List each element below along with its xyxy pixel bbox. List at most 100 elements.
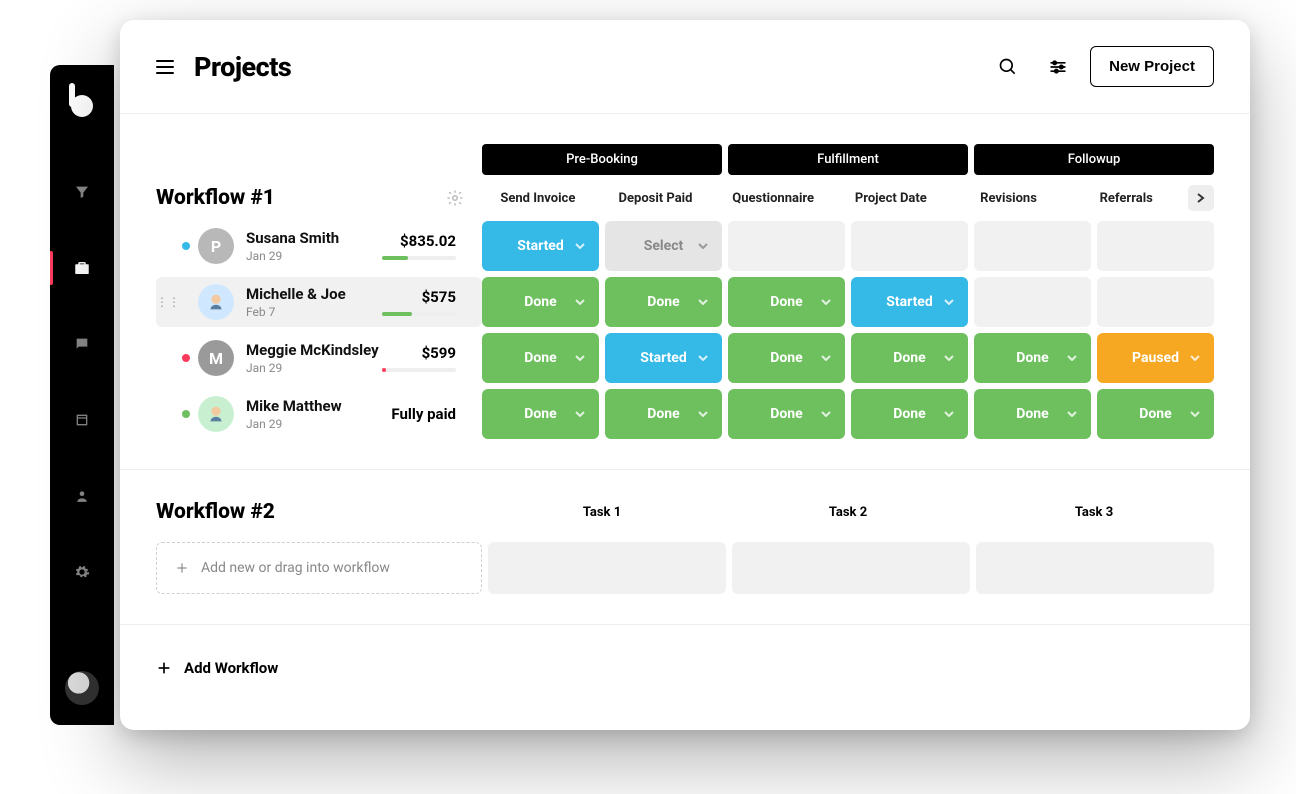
sliders-icon [1048,57,1068,77]
add-workflow-button[interactable]: Add Workflow [156,655,1214,677]
status-cell-done[interactable]: Done [728,333,845,383]
status-label: Done [770,406,802,422]
project-row-info[interactable]: ⋮⋮Michelle & JoeFeb 7$575 [156,277,482,327]
project-row-info[interactable]: ⋮⋮PSusana SmithJan 29$835.02 [156,221,482,271]
project-row-info[interactable]: ⋮⋮Mike MatthewJan 29Fully paid [156,389,482,439]
w2-col-3: Task 3 [974,505,1214,520]
sidebar-item-calendar[interactable] [50,399,114,441]
workflow-1-settings[interactable] [446,189,464,207]
user-avatar[interactable] [65,671,99,705]
status-label: Select [644,238,683,254]
status-label: Done [524,294,556,310]
new-project-button[interactable]: New Project [1090,46,1214,87]
status-cell-started[interactable]: Started [851,277,968,327]
status-cell-select[interactable]: Select [605,221,722,271]
status-cell-done[interactable]: Done [728,389,845,439]
drag-handle-icon[interactable]: ⋮⋮ [156,295,174,309]
status-cell-done[interactable]: Done [605,389,722,439]
chevron-down-icon [1190,411,1200,417]
project-row[interactable]: ⋮⋮Michelle & JoeFeb 7$575DoneDoneDoneSta… [156,277,1214,327]
project-row[interactable]: ⋮⋮MMeggie McKindsleyJan 29$599DoneStarte… [156,333,1214,383]
chevron-down-icon [698,355,708,361]
face-icon [205,403,227,425]
sidebar-item-projects[interactable] [50,247,114,289]
status-cell-done[interactable]: Done [851,333,968,383]
payment-progress [382,368,456,372]
sidebar-item-contacts[interactable] [50,475,114,517]
workflow-2-title: Workflow #2 [156,500,275,524]
client-avatar: P [198,228,234,264]
add-placeholder-text: Add new or drag into workflow [201,560,390,576]
status-cell-done[interactable]: Done [482,389,599,439]
chevron-down-icon [821,355,831,361]
amount-value: $599 [382,344,456,362]
chevron-down-icon [944,299,954,305]
status-cell-done[interactable]: Done [974,333,1091,383]
status-label: Done [893,406,925,422]
status-label: Done [1139,406,1171,422]
gear-icon [74,564,90,580]
add-to-workflow-2[interactable]: Add new or drag into workflow [156,542,482,594]
project-row[interactable]: ⋮⋮PSusana SmithJan 29$835.02Started Selec… [156,221,1214,271]
stage-tabs: Pre-Booking Fulfillment Followup [482,144,1214,175]
col-deposit-paid: Deposit Paid [600,191,712,206]
status-cells: DoneStartedDoneDoneDonePaused [482,333,1214,383]
status-label: Paused [1132,350,1179,366]
col-revisions: Revisions [953,191,1065,206]
status-cell-started[interactable]: Started [605,333,722,383]
client-name: Michelle & Joe [246,285,346,303]
menu-button[interactable] [156,60,174,74]
amount-value: Fully paid [391,405,456,423]
status-cell-done[interactable]: Done [482,277,599,327]
status-cell-empty [974,221,1091,271]
status-cell-done[interactable]: Done [605,277,722,327]
section-divider [120,624,1250,625]
chevron-down-icon [821,299,831,305]
status-cell-empty [1097,221,1214,271]
col-questionnaire: Questionnaire [717,191,829,206]
user-icon [75,488,89,504]
chevron-down-icon [575,411,585,417]
content-area: Pre-Booking Fulfillment Followup Workflo… [120,114,1250,701]
workflow-1-header-row: Workflow #1 Send Invoice Deposit Paid Qu… [156,185,1214,211]
sidebar-item-filter[interactable] [50,171,114,213]
status-label: Done [1016,406,1048,422]
project-row-info[interactable]: ⋮⋮MMeggie McKindsleyJan 29$599 [156,333,482,383]
status-cells: Done Done Done Done Done Done [482,389,1214,439]
status-label: Done [647,406,679,422]
add-workflow-label: Add Workflow [184,659,278,677]
project-row[interactable]: ⋮⋮Mike MatthewJan 29Fully paidDoneDoneDo… [156,389,1214,439]
stage-tab-fulfillment[interactable]: Fulfillment [728,144,968,175]
stage-tab-prebooking[interactable]: Pre-Booking [482,144,722,175]
amount-value: $835.02 [382,232,456,250]
section-divider [120,469,1250,470]
scroll-right-button[interactable] [1188,185,1214,211]
status-cell-started[interactable]: Started [482,221,599,271]
filter-settings-button[interactable] [1040,49,1076,85]
payment-progress [382,256,456,260]
status-cell-paused[interactable]: Paused [1097,333,1214,383]
status-cell-done[interactable]: Done [851,389,968,439]
plus-icon [175,561,189,575]
w2-col-2: Task 2 [728,505,968,520]
page-title: Projects [194,51,291,83]
sidebar-item-messages[interactable] [50,323,114,365]
chevron-down-icon [1190,355,1200,361]
status-cell-done[interactable]: Done [728,277,845,327]
status-cell-done[interactable]: Done [482,333,599,383]
search-button[interactable] [990,49,1026,85]
workflow-2: Workflow #2 Task 1 Task 2 Task 3 Add new… [156,500,1214,594]
status-cell-done[interactable]: Done [1097,389,1214,439]
amount-value: $575 [382,288,456,306]
sidebar-item-settings[interactable] [50,551,114,593]
gear-icon [446,189,464,207]
status-dot [182,410,190,418]
filter-icon [74,184,90,200]
w2-empty-cell [488,542,726,594]
status-cell-empty [1097,277,1214,327]
status-cells: DoneDoneDoneStarted [482,277,1214,327]
stage-tab-followup[interactable]: Followup [974,144,1214,175]
chevron-down-icon [821,411,831,417]
chevron-down-icon [698,411,708,417]
status-cell-done[interactable]: Done [974,389,1091,439]
